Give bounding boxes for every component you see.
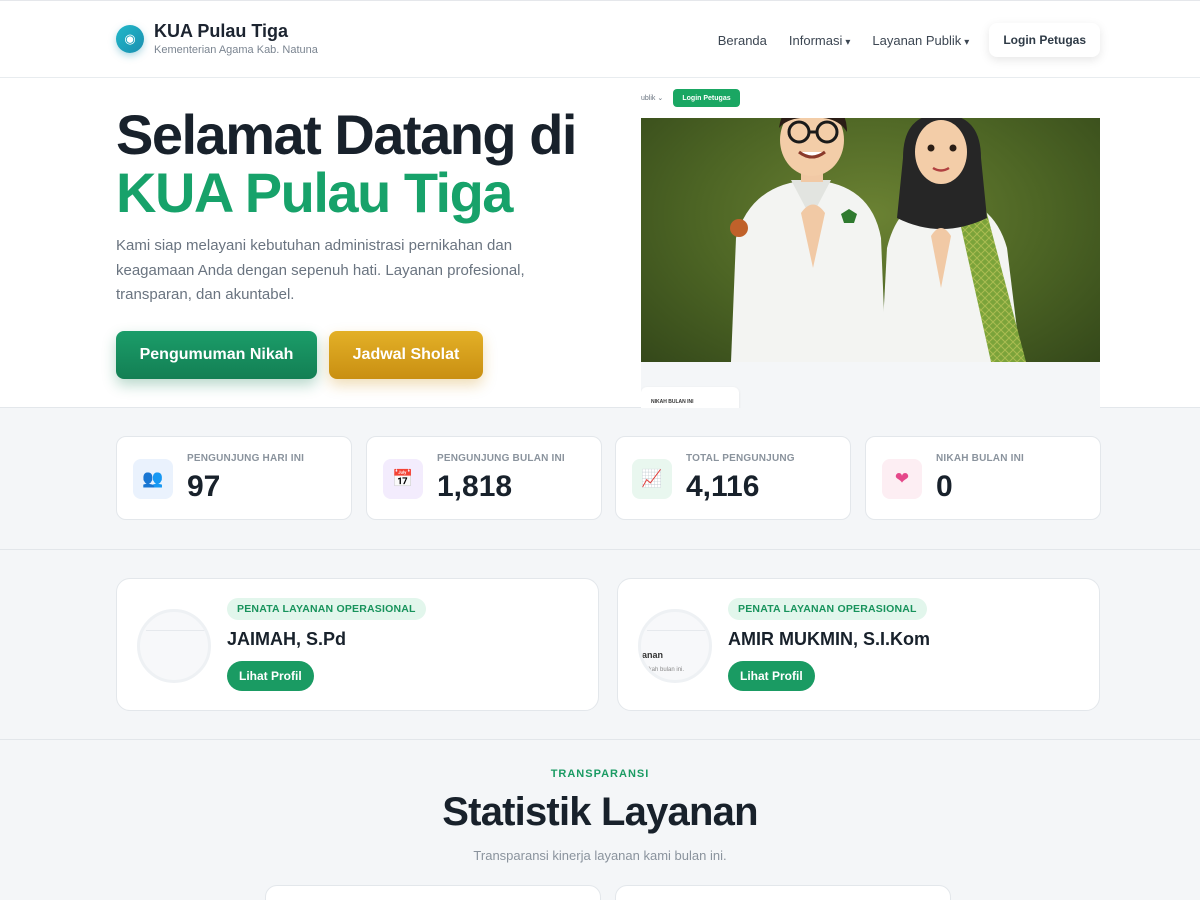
statistics-card [615, 885, 951, 900]
users-icon: 👥 [133, 459, 173, 499]
chart-up-icon: 📈 [632, 459, 672, 499]
staff-card: anan nikah bulan ini. PENATA LAYANAN OPE… [617, 578, 1100, 711]
woman-figure [881, 118, 1026, 362]
avatar-subtext: nikah bulan ini. [644, 667, 685, 673]
staff-name: AMIR MUKMIN, S.I.Kom [728, 629, 930, 649]
section-subtitle: Transparansi kinerja layanan kami bulan … [473, 848, 727, 863]
login-button[interactable]: Login Petugas [989, 23, 1100, 57]
nav-menu: Beranda Informasi ▾ Layanan Publik ▾ Login… [696, 23, 1100, 57]
nav-item-informasi[interactable]: Informasi ▾ [789, 33, 851, 48]
calendar-icon: 📅 [383, 459, 423, 499]
brand-text: KUA Pulau Tiga Kementerian Agama Kab. Na… [154, 21, 318, 57]
chevron-down-icon: ▾ [964, 36, 970, 48]
avatar-divider [146, 630, 206, 631]
circle-dot-icon: ◉ [116, 25, 144, 53]
statistics-card [265, 885, 601, 900]
preview-card-label: NIKAH BULAN INI [651, 399, 694, 405]
stat-label: TOTAL PENGUNJUNG [686, 453, 795, 464]
heart-icon: ❤ [882, 459, 922, 499]
preview-nav-text: ublik ⌄ [641, 95, 664, 102]
hero-title: Selamat Datang di KUA Pulau Tiga [116, 103, 577, 224]
stat-label: NIKAH BULAN INI [936, 453, 1024, 464]
stat-card-visitors-month: 📅 PENGUNJUNG BULAN INI 1,818 [366, 436, 602, 520]
stat-card-visitors-today: 👥 PENGUNJUNG HARI INI 97 [116, 436, 352, 520]
hero-section: Selamat Datang di KUA Pulau Tiga Kami si… [0, 78, 1200, 408]
avatar [137, 609, 211, 683]
nav-item-label: Beranda [717, 32, 767, 48]
staff-name: JAIMAH, S.Pd [227, 629, 347, 649]
nav-item-label: Informasi [788, 32, 843, 48]
hero-preview-image: ublik ⌄ Login Petugas NIKAH BULAN INI [641, 86, 1100, 408]
preview-login-button: Login Petugas [673, 89, 740, 107]
stat-card-total-visitors: 📈 TOTAL PENGUNJUNG 4,116 [615, 436, 851, 520]
avatar-text: anan [642, 650, 664, 660]
preview-stats-strip: NIKAH BULAN INI [641, 362, 1100, 408]
stat-value: 4,116 [686, 470, 760, 503]
illustration-couple-greeting [641, 118, 1100, 362]
view-profile-button[interactable]: Lihat Profil [728, 661, 815, 691]
nav-item-beranda[interactable]: Beranda [718, 33, 767, 48]
brand-subtitle: Kementerian Agama Kab. Natuna [154, 44, 318, 56]
view-profile-button[interactable]: Lihat Profil [227, 661, 314, 691]
preview-header: ublik ⌄ Login Petugas [641, 86, 1100, 118]
section-eyebrow: TRANSPARANSI [550, 768, 650, 780]
stat-value: 1,818 [437, 470, 513, 503]
stat-value: 0 [936, 470, 953, 503]
hero-title-line2: KUA Pulau Tiga [116, 161, 513, 224]
hero-description: Kami siap melayani kebutuhan administras… [116, 237, 525, 303]
stat-card-marriages-month: ❤ NIKAH BULAN INI 0 [865, 436, 1101, 520]
section-title: Statistik Layanan [442, 790, 758, 834]
stat-label: PENGUNJUNG HARI INI [187, 453, 305, 464]
stat-value: 97 [187, 470, 221, 503]
staff-card: PENATA LAYANAN OPERASIONAL JAIMAH, S.Pd … [116, 578, 599, 711]
staff-section: PENATA LAYANAN OPERASIONAL JAIMAH, S.Pd … [0, 550, 1200, 740]
pengumuman-nikah-button[interactable]: Pengumuman Nikah [116, 331, 317, 379]
jadwal-sholat-button[interactable]: Jadwal Sholat [329, 331, 483, 379]
man-figure [730, 118, 886, 362]
role-badge: PENATA LAYANAN OPERASIONAL [227, 598, 426, 620]
navbar: ◉ KUA Pulau Tiga Kementerian Agama Kab. … [0, 0, 1200, 78]
nav-item-layanan-publik[interactable]: Layanan Publik ▾ [872, 33, 969, 48]
brand[interactable]: ◉ KUA Pulau Tiga Kementerian Agama Kab. … [116, 21, 318, 57]
preview-stat-card: NIKAH BULAN INI [641, 387, 739, 408]
brand-title: KUA Pulau Tiga [154, 21, 289, 41]
avatar: anan nikah bulan ini. [638, 609, 712, 683]
visitor-stats-section: 👥 PENGUNJUNG HARI INI 97 📅 PENGUNJUNG BU… [0, 408, 1200, 550]
chevron-down-icon: ▾ [845, 36, 851, 48]
illustration-svg [730, 118, 1026, 362]
hero-title-line1: Selamat Datang di [116, 103, 577, 166]
stat-label: PENGUNJUNG BULAN INI [437, 453, 565, 464]
service-statistics-section: TRANSPARANSI Statistik Layanan Transpara… [0, 740, 1200, 900]
role-badge: PENATA LAYANAN OPERASIONAL [728, 598, 927, 620]
avatar-divider [647, 630, 707, 631]
nav-item-label: Layanan Publik [872, 32, 962, 48]
